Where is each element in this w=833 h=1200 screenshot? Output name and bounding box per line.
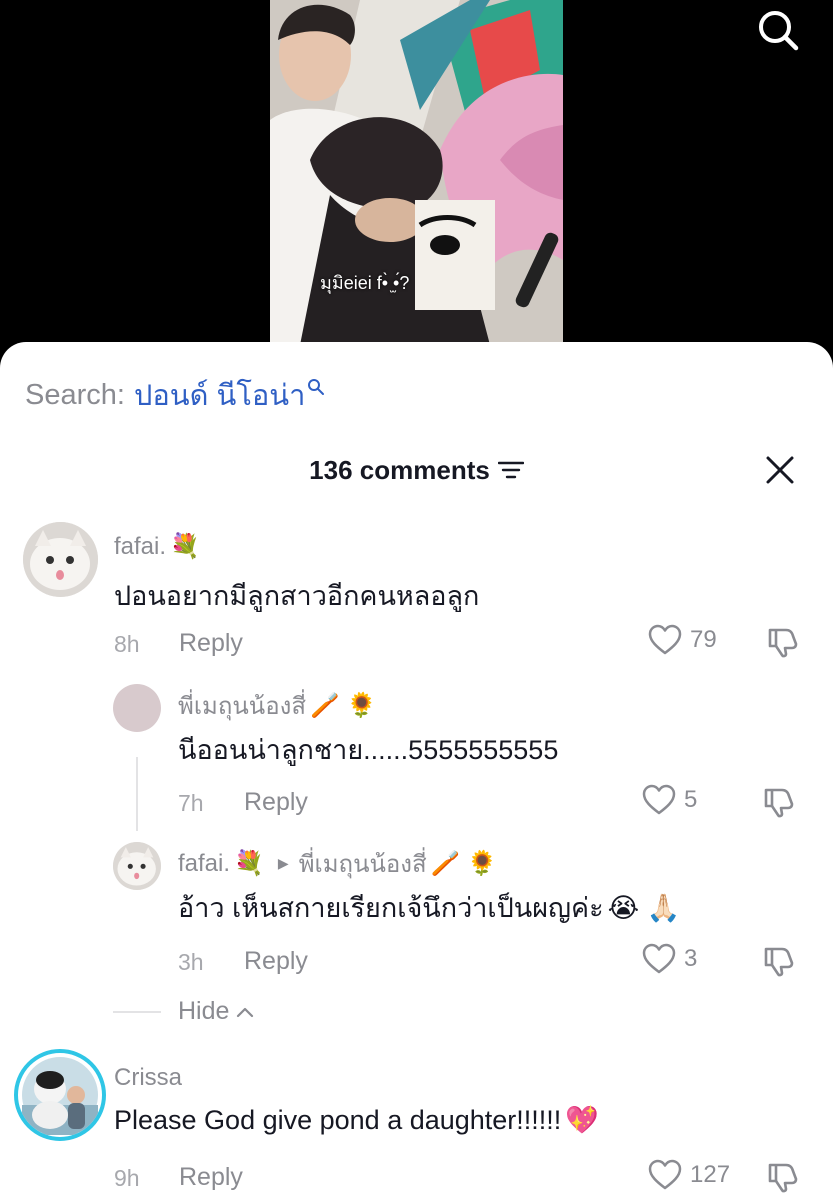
- dislike-icon: [764, 947, 794, 977]
- comment-item: Crissa Please God give pond a daughter!!…: [0, 1048, 833, 1200]
- caret-right-icon: ▶: [277, 855, 289, 871]
- dislike-button[interactable]: [762, 784, 796, 823]
- dislike-icon: [768, 1163, 798, 1193]
- crying-praying-emoji: 😭 🙏🏻: [607, 892, 681, 923]
- video-player[interactable]: มุมิeiei f•̀ ̫•́?: [0, 0, 833, 360]
- comment-item: fafai. 💐 ปอนอยากมีลูกสาวอีกคนหลอลูก 8h R…: [0, 520, 833, 660]
- dislike-button[interactable]: [766, 624, 800, 663]
- search-icon: [308, 379, 325, 395]
- avatar[interactable]: [113, 684, 161, 732]
- avatar[interactable]: [113, 842, 161, 890]
- search-term-link[interactable]: ปอนด์ นีโอน่า: [134, 372, 305, 418]
- dislike-button[interactable]: [766, 1159, 800, 1198]
- search-prefix: Search:: [25, 378, 125, 411]
- comment-username[interactable]: fafai. 💐: [114, 532, 200, 561]
- like-button[interactable]: 127: [648, 1159, 730, 1191]
- comment-time: 3h: [178, 949, 204, 975]
- comment-count: 136 comments: [309, 455, 490, 485]
- reply-button[interactable]: Reply: [179, 1163, 243, 1192]
- avatar[interactable]: [23, 522, 98, 597]
- filter-icon: [497, 461, 524, 479]
- dislike-button[interactable]: [762, 943, 796, 982]
- heart-icon: [642, 784, 676, 815]
- toothbrush-sunflower-emoji: 🪥 🌻: [309, 692, 377, 719]
- close-button[interactable]: [760, 450, 800, 490]
- comment-count-sort[interactable]: 136 comments: [309, 450, 524, 490]
- reply-to-username[interactable]: พี่เมถุนน้องสี่: [299, 844, 427, 883]
- comment-username[interactable]: พี่เมถุนน้องสี่ 🪥 🌻: [178, 686, 376, 725]
- avatar-cat-image: [113, 842, 161, 890]
- video-overlay-text: มุมิeiei f•̀ ̫•́?: [320, 273, 410, 293]
- divider: [113, 1010, 161, 1013]
- avatar-cat-image: [23, 522, 98, 597]
- heart-icon: [648, 1159, 682, 1190]
- comment-username[interactable]: Crissa: [114, 1064, 182, 1092]
- comment-text: ปอนอยากมีลูกสาวอีกคนหลอลูก: [114, 581, 480, 611]
- close-icon: [766, 456, 794, 484]
- sparkling-heart-emoji: 💖: [565, 1105, 599, 1135]
- search-suggestion[interactable]: Search: ปอนด์ นีโอน่า: [25, 372, 325, 418]
- reply-button[interactable]: Reply: [244, 788, 308, 817]
- dislike-icon: [768, 628, 798, 658]
- chevron-up-icon: [237, 1007, 254, 1017]
- heart-icon: [642, 943, 676, 974]
- toothbrush-sunflower-emoji: 🪥 🌻: [430, 850, 498, 877]
- comment-username[interactable]: fafai. 💐 ▶ พี่เมถุนน้องสี่ 🪥 🌻: [178, 844, 497, 883]
- comment-time: 9h: [114, 1165, 140, 1191]
- like-count: 127: [690, 1161, 731, 1188]
- search-icon: [759, 11, 799, 51]
- reply-button[interactable]: Reply: [179, 629, 243, 658]
- like-button[interactable]: 5: [642, 784, 697, 816]
- dislike-icon: [764, 788, 794, 818]
- heart-icon: [648, 624, 682, 655]
- comments-header: 136 comments: [0, 450, 833, 490]
- avatar-image: [22, 1057, 98, 1135]
- comment-time: 8h: [114, 631, 140, 657]
- comment-text: Please God give pond a daughter!!!!!! 💖: [114, 1104, 599, 1136]
- reply-button[interactable]: Reply: [244, 947, 308, 976]
- like-count: 79: [690, 626, 717, 653]
- comment-text: อ้าว เห็นสกายเรียกเจ้นึกว่าเป็นผญค่ะ 😭 🙏…: [178, 892, 681, 924]
- flower-emoji: 💐: [170, 533, 200, 560]
- thread-line: [136, 757, 138, 831]
- hide-replies-label: Hide: [178, 997, 230, 1025]
- hide-replies-button[interactable]: Hide: [113, 997, 255, 1026]
- comments-sheet: Search: ปอนด์ นีโอน่า 136 comments fafai…: [0, 342, 833, 1200]
- like-count: 3: [684, 945, 698, 972]
- reply-item: fafai. 💐 ▶ พี่เมถุนน้องสี่ 🪥 🌻 อ้าว เห็น…: [0, 840, 833, 980]
- comment-text: นีออนน่าลูกชาย......5555555555: [178, 735, 559, 765]
- comment-time: 7h: [178, 790, 204, 816]
- flower-emoji: 💐: [234, 850, 264, 877]
- like-button[interactable]: 3: [642, 943, 697, 975]
- avatar[interactable]: [14, 1049, 106, 1141]
- like-count: 5: [684, 786, 698, 813]
- like-button[interactable]: 79: [648, 624, 717, 656]
- top-search-button[interactable]: [752, 6, 804, 54]
- reply-item: พี่เมถุนน้องสี่ 🪥 🌻 นีออนน่าลูกชาย......…: [0, 682, 833, 822]
- video-thumbnail: [270, 0, 563, 345]
- video-frame[interactable]: มุมิeiei f•̀ ̫•́?: [270, 0, 563, 345]
